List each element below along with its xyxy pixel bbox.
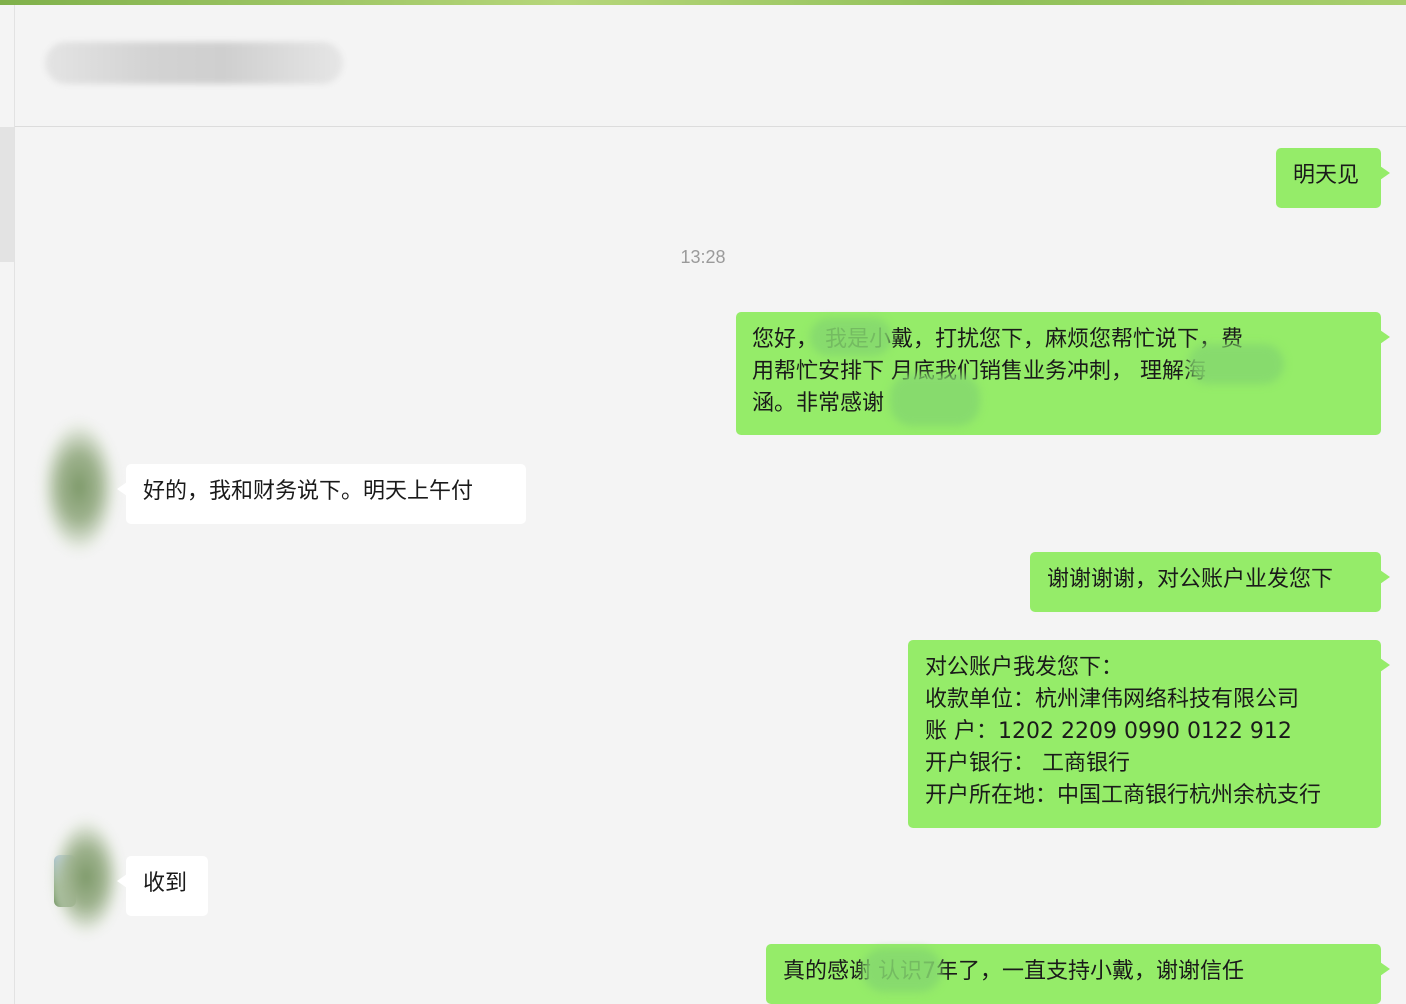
contact-avatar[interactable]	[40, 420, 118, 554]
redaction-blur	[1188, 344, 1284, 384]
chat-header	[15, 5, 1406, 127]
left-scrollbar-thumb[interactable]	[0, 127, 14, 262]
redaction-blur	[810, 318, 892, 356]
message-bubble-incoming[interactable]: 好的，我和财务说下。明天上午付	[117, 464, 526, 524]
chat-title-redacted	[45, 42, 343, 84]
message-bubble-outgoing[interactable]: 明天见	[1276, 148, 1390, 208]
message-bubble-outgoing[interactable]: 真的感谢 认识7年了，一直支持小戴，谢谢信任	[766, 944, 1390, 1004]
message-bubble-incoming[interactable]: 收到	[117, 856, 208, 916]
message-timestamp: 13:28	[680, 247, 726, 267]
message-bubble-outgoing[interactable]: 对公账户我发您下： 收款单位：杭州津伟网络科技有限公司 账 户：1202 220…	[908, 640, 1390, 828]
contact-avatar-blur	[50, 818, 122, 936]
redaction-blur	[890, 374, 980, 426]
message-bubble-outgoing[interactable]: 谢谢谢谢，对公账户业发您下	[1030, 552, 1390, 612]
redaction-blur	[862, 948, 942, 992]
